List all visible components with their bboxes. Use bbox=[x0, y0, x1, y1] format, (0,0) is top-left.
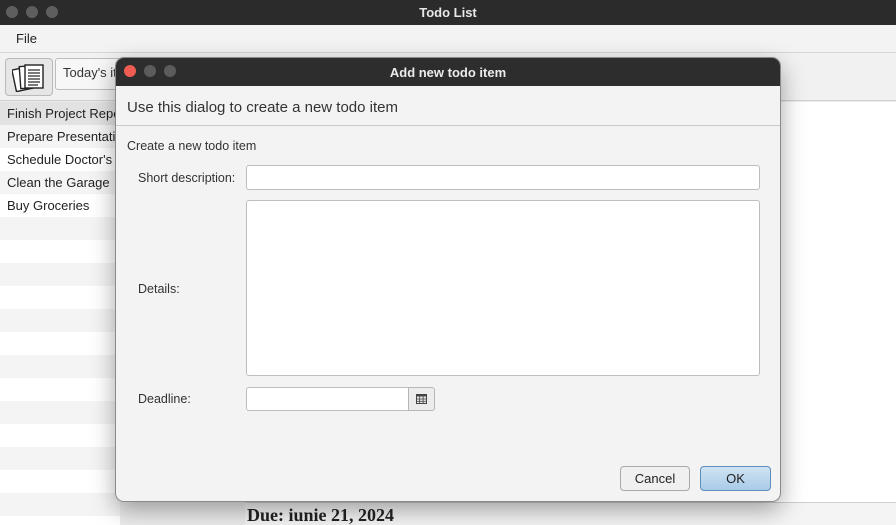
menu-file[interactable]: File bbox=[16, 31, 37, 46]
list-item[interactable]: Prepare Presentation bbox=[0, 125, 120, 148]
details-label: Details: bbox=[138, 282, 180, 296]
deadline-date-input[interactable] bbox=[246, 387, 409, 411]
ok-button[interactable]: OK bbox=[700, 466, 771, 491]
empty-row bbox=[0, 424, 120, 447]
date-picker-button[interactable] bbox=[408, 387, 435, 411]
documents-icon bbox=[12, 64, 44, 92]
main-close-button[interactable] bbox=[6, 6, 18, 18]
menu-bar: File bbox=[0, 25, 896, 53]
empty-row bbox=[0, 263, 120, 286]
new-item-button[interactable] bbox=[5, 58, 53, 96]
empty-row bbox=[0, 240, 120, 263]
short-description-input[interactable] bbox=[246, 165, 760, 190]
list-item[interactable]: Buy Groceries bbox=[0, 194, 120, 217]
empty-row bbox=[0, 493, 120, 516]
add-todo-dialog: Add new todo item Use this dialog to cre… bbox=[115, 57, 781, 502]
short-description-label: Short description: bbox=[138, 171, 236, 185]
todo-list: Finish Project Report Prepare Presentati… bbox=[0, 102, 120, 525]
empty-row bbox=[0, 355, 120, 378]
cancel-button[interactable]: Cancel bbox=[620, 466, 690, 491]
list-item[interactable]: Clean the Garage bbox=[0, 171, 120, 194]
dialog-title: Add new todo item bbox=[389, 64, 507, 80]
details-textarea[interactable] bbox=[246, 200, 760, 376]
empty-row bbox=[0, 217, 120, 240]
dialog-close-button[interactable] bbox=[124, 65, 136, 77]
empty-row bbox=[0, 516, 120, 525]
window-title: Todo List bbox=[419, 5, 477, 20]
empty-row bbox=[0, 332, 120, 355]
main-titlebar: Todo List bbox=[0, 0, 896, 25]
deadline-label: Deadline: bbox=[138, 392, 191, 406]
main-minimize-button[interactable] bbox=[26, 6, 38, 18]
empty-row bbox=[0, 378, 120, 401]
dialog-header-text: Use this dialog to create a new todo ite… bbox=[127, 99, 398, 116]
empty-row bbox=[0, 286, 120, 309]
empty-row bbox=[0, 447, 120, 470]
empty-row bbox=[0, 309, 120, 332]
list-item[interactable]: Schedule Doctor's Appointment bbox=[0, 148, 120, 171]
list-item[interactable]: Finish Project Report bbox=[0, 102, 120, 125]
empty-row bbox=[0, 401, 120, 424]
empty-row bbox=[0, 470, 120, 493]
dialog-zoom-button[interactable] bbox=[164, 65, 176, 77]
form-subtitle: Create a new todo item bbox=[127, 139, 257, 153]
due-date-label: Due: iunie 21, 2024 bbox=[247, 505, 395, 525]
calendar-icon bbox=[416, 394, 427, 404]
dialog-titlebar: Add new todo item bbox=[116, 58, 780, 86]
dialog-minimize-button[interactable] bbox=[144, 65, 156, 77]
dialog-header: Use this dialog to create a new todo ite… bbox=[116, 86, 780, 126]
main-zoom-button[interactable] bbox=[46, 6, 58, 18]
